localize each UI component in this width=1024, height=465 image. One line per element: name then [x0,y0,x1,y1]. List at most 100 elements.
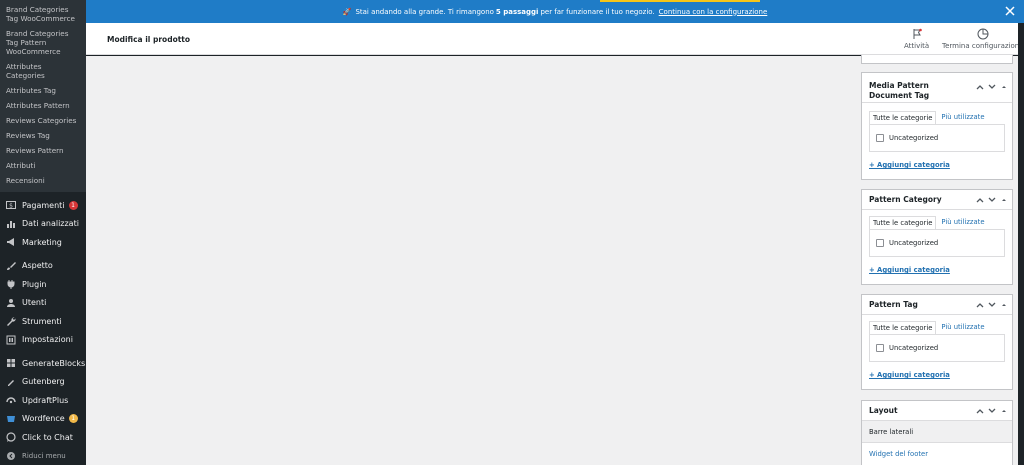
close-icon[interactable] [1004,5,1016,17]
submenu-item[interactable]: Attributes Tag [0,83,86,98]
sidebar-item-aspetto[interactable]: Aspetto [0,257,86,276]
sidebar-item-label: GenerateBlocks [22,358,86,368]
move-up-icon[interactable] [976,407,984,415]
plugin-icon [6,279,16,290]
wordfence-icon [6,414,16,424]
blocks-icon [6,358,16,368]
updraft-icon [6,395,16,405]
notification-badge: 1 [68,414,78,424]
move-up-icon[interactable] [976,301,984,309]
sidebar-item-label: Strumenti [22,316,62,326]
submenu-item[interactable]: Attributes Pattern [0,98,86,113]
metabox-header: Layout [862,401,1012,421]
category-checkbox[interactable] [876,239,884,247]
main-menu: $ Pagamenti 1 Dati analizzati Marketing … [0,192,86,465]
progress-accent [600,0,760,2]
continue-setup-link[interactable]: Continua con la configurazione [659,8,768,16]
setup-notice-bar: 🚀 Stai andando alla grande. Ti rimangono… [86,0,1024,23]
category-checkbox[interactable] [876,134,884,142]
category-checklist: Uncategorized [869,229,1005,257]
tab-all-categories[interactable]: Tutte le categorie [869,321,937,334]
sidebar-item-marketing[interactable]: Marketing [0,233,86,252]
tab-most-used[interactable]: Più utilizzate [936,321,989,334]
sidebar-item-label: Wordfence [22,414,65,424]
sidebar-item-label: Utenti [22,298,47,308]
toggle-panel-icon[interactable] [1000,301,1008,309]
paintbrush-icon [6,261,16,271]
metabox-header: Pattern Category [862,190,1012,210]
sidebar-item-label: Plugin [22,279,47,289]
sidebar-item-wordfence[interactable]: Wordfence 1 [0,410,86,429]
dollar-icon: $ [6,200,16,210]
toggle-panel-icon[interactable] [1000,83,1008,91]
metabox-pattern-tag: Pattern Tag Tutte le categorie Più utili… [861,294,1013,390]
finish-setup-button[interactable]: Termina configurazione [942,28,1024,50]
add-category-link[interactable]: + Aggiungi categoria [869,161,1005,169]
page-title: Modifica il prodotto [107,35,191,44]
category-label: Uncategorized [889,344,939,352]
layout-tab-footer-widgets[interactable]: Widget del footer [862,443,1012,465]
submenu-item[interactable]: Brand Categories Tag WooCommerce [0,2,86,26]
tab-most-used[interactable]: Più utilizzate [936,111,989,124]
sidebar-item-generateblocks[interactable]: GenerateBlocks [0,354,86,373]
sidebar-item-utenti[interactable]: Utenti [0,294,86,313]
products-submenu: Brand Categories Tag WooCommerce Brand C… [0,0,86,192]
sidebar-item-label: Impostazioni [22,335,73,345]
sidebar-item-label: UpdraftPlus [22,395,69,405]
submenu-item[interactable]: Reviews Tag [0,128,86,143]
metabox-title: Pattern Category [869,195,942,204]
submenu-item[interactable]: Attributi [0,158,86,173]
category-checkbox[interactable] [876,344,884,352]
tab-all-categories[interactable]: Tutte le categorie [869,111,937,124]
toggle-panel-icon[interactable] [1000,407,1008,415]
sidebar-item-gutenberg[interactable]: Gutenberg [0,373,86,392]
category-checklist: Uncategorized [869,334,1005,362]
settings-icon [6,335,16,345]
whatsapp-icon [6,432,16,442]
submenu-item[interactable]: Brand Categories Tag Pattern WooCommerce [0,26,86,59]
layout-tab-sidebars[interactable]: Barre laterali [862,421,1012,443]
category-label: Uncategorized [889,239,939,247]
sidebar-item-impostazioni[interactable]: Impostazioni [0,331,86,350]
sidebar-item-click-to-chat[interactable]: Click to Chat [0,428,86,447]
tab-most-used[interactable]: Più utilizzate [936,216,989,229]
activity-label: Attività [904,42,930,50]
sidebar-item-label: Aspetto [22,261,53,271]
submenu-item[interactable]: Reviews Pattern [0,143,86,158]
previous-metabox [861,55,1013,64]
users-icon [6,298,16,308]
flag-icon [913,28,922,39]
collapse-menu-button[interactable]: Riduci menu [0,447,86,465]
bar-chart-icon [6,219,16,229]
submenu-item[interactable]: Reviews Categories [0,113,86,128]
move-down-icon[interactable] [988,407,996,415]
page-header: Modifica il prodotto Attività Termina co… [86,23,1024,55]
notice-text-pre: Stai andando alla grande. Ti rimangono [355,7,494,16]
metabox-media-pattern-document-tag: Media Pattern Document Tag Tutte le cate… [861,72,1013,180]
sidebar-item-pagamenti[interactable]: $ Pagamenti 1 [0,196,86,215]
sidebar-item-updraftplus[interactable]: UpdraftPlus [0,391,86,410]
metabox-title: Media Pattern Document Tag [869,81,930,100]
tab-all-categories[interactable]: Tutte le categorie [869,216,937,229]
add-category-link[interactable]: + Aggiungi categoria [869,266,1005,274]
metabox-title: Pattern Tag [869,300,918,309]
submenu-item[interactable]: Attributes Categories [0,59,86,83]
move-up-icon[interactable] [976,83,984,91]
sidebar-item-dati-analizzati[interactable]: Dati analizzati [0,215,86,234]
admin-sidebar: Brand Categories Tag WooCommerce Brand C… [0,0,86,465]
sidebar-item-label: Marketing [22,237,62,247]
submenu-item[interactable]: Recensioni [0,173,86,188]
sidebar-item-plugin[interactable]: Plugin [0,275,86,294]
metabox-layout: Layout Barre laterali Widget del footer [861,400,1013,465]
metabox-header: Pattern Tag [862,295,1012,315]
move-down-icon[interactable] [988,301,996,309]
move-up-icon[interactable] [976,196,984,204]
toggle-panel-icon[interactable] [1000,196,1008,204]
sidebar-item-strumenti[interactable]: Strumenti [0,312,86,331]
sidebar-item-label: Click to Chat [22,432,73,442]
activity-button[interactable]: Attività [904,28,929,50]
move-down-icon[interactable] [988,196,996,204]
move-down-icon[interactable] [988,83,996,91]
svg-text:$: $ [9,203,13,210]
add-category-link[interactable]: + Aggiungi categoria [869,371,1005,379]
